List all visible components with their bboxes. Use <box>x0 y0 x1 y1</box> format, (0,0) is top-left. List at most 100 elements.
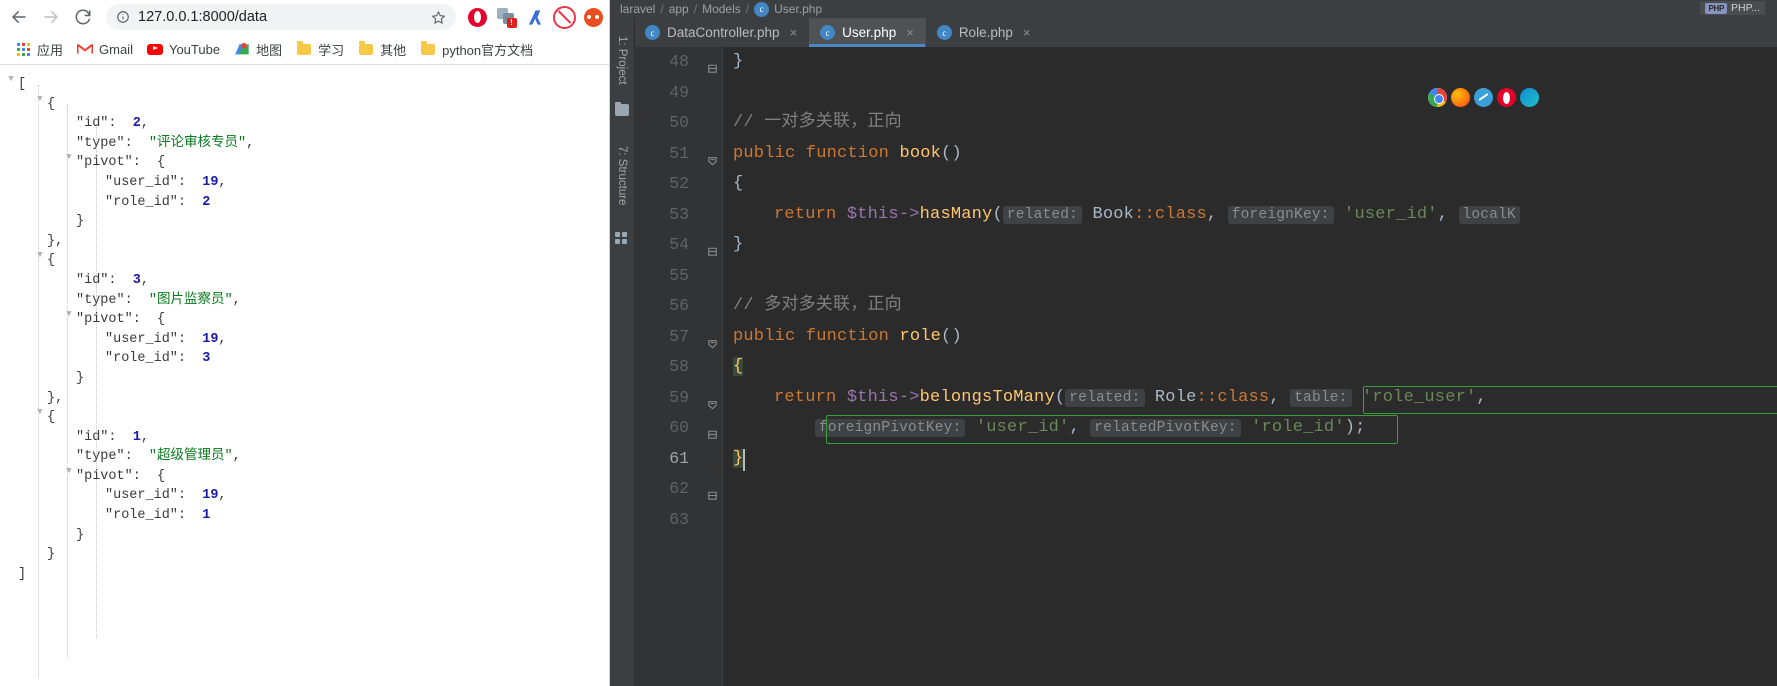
bookmark-folder-other[interactable]: 其他 <box>351 37 413 62</box>
bookmark-maps[interactable]: 地图 <box>227 37 289 62</box>
bookmark-folder-study[interactable]: 学习 <box>289 37 351 62</box>
back-button[interactable] <box>4 2 34 32</box>
sidebar-item-structure[interactable]: 7: Structure <box>610 126 634 226</box>
fold-collapse-icon[interactable] <box>706 239 719 256</box>
code-tokens: { <box>733 169 743 200</box>
breadcrumb-separator: / <box>745 2 750 16</box>
collapse-triangle-icon[interactable]: ▼ <box>33 94 47 104</box>
code-token: 'user_id' <box>1333 204 1438 224</box>
json-token: } <box>47 547 56 563</box>
adblock-icon[interactable] <box>551 4 577 30</box>
code-line[interactable]: 58 { <box>669 352 1777 383</box>
tab-label: User.php <box>842 25 897 40</box>
forward-button[interactable] <box>36 2 66 32</box>
code-line[interactable]: 56 // 多对多关联，正向 <box>669 291 1777 322</box>
tab-role[interactable]: c Role.php × <box>926 18 1043 47</box>
fold-expand-icon[interactable] <box>706 392 719 409</box>
json-token: "user_id": <box>105 331 187 347</box>
sidebar-item-project[interactable]: 1: Project <box>610 22 634 98</box>
status-badge[interactable]: PHP PHP... <box>1700 1 1765 15</box>
code-token: } <box>733 52 744 71</box>
collapse-triangle-icon[interactable]: ▼ <box>62 466 76 476</box>
fold-expand-icon[interactable] <box>706 331 719 348</box>
proxy-switchy-icon[interactable]: ! <box>493 4 519 30</box>
breadcrumb-segment[interactable]: app <box>669 2 689 16</box>
structure-icon[interactable] <box>615 232 629 244</box>
code-line[interactable]: 52 { <box>669 169 1777 200</box>
yandex-icon[interactable] <box>522 4 548 30</box>
star-icon[interactable] <box>431 10 446 25</box>
collapse-triangle-icon[interactable]: ▼ <box>33 408 47 417</box>
reload-button[interactable] <box>68 2 98 32</box>
json-token: } <box>76 370 85 386</box>
tab-datacontroller[interactable]: c DataController.php × <box>634 18 809 47</box>
project-icon[interactable] <box>615 101 629 116</box>
code-line[interactable]: 60 foreignPivotKey: 'user_id', relatedPiv… <box>669 413 1777 444</box>
fold-expand-icon[interactable] <box>706 148 719 165</box>
json-token: 2 <box>132 116 141 132</box>
json-line: ▼}, <box>0 389 610 409</box>
code-line[interactable]: 49 <box>669 78 1777 109</box>
code-line[interactable]: 54} <box>669 230 1777 261</box>
code-line[interactable]: 57 public function role() <box>669 322 1777 353</box>
compass-icon[interactable] <box>1474 88 1493 107</box>
code-token: public function <box>733 143 900 163</box>
fold-collapse-icon[interactable] <box>706 422 719 439</box>
breadcrumb-segment[interactable]: User.php <box>774 2 822 16</box>
fold-collapse-icon[interactable] <box>706 56 719 73</box>
json-indent-spacer: ▼ <box>62 428 76 437</box>
line-number: 61 <box>669 448 689 468</box>
code-line[interactable]: 63 <box>669 505 1777 536</box>
line-number: 53 <box>669 204 689 224</box>
collapse-triangle-icon[interactable]: ▼ <box>4 75 18 84</box>
json-indent-spacer: ▼ <box>33 545 47 554</box>
collapse-triangle-icon[interactable]: ▼ <box>62 310 76 319</box>
bookmark-label: 学习 <box>318 42 345 58</box>
code-tokens: // 多对多关联，正向 <box>733 291 902 322</box>
browser-window: 127.0.0.1:8000/data ! 应用 Gmail YouTube 地… <box>0 0 610 686</box>
code-line[interactable]: 59 return $this->belongsToMany(related: R… <box>669 383 1777 414</box>
close-icon[interactable]: × <box>906 25 914 40</box>
breadcrumb-segment[interactable]: Models <box>702 2 741 16</box>
url-text[interactable]: 127.0.0.1:8000/data <box>138 9 423 25</box>
opera-icon[interactable] <box>1497 88 1516 107</box>
code-line[interactable]: 50 // 一对多关联，正向 <box>669 108 1777 139</box>
bookmark-apps[interactable]: 应用 <box>8 37 70 62</box>
json-indent-spacer: ▼ <box>91 506 105 515</box>
code-editor[interactable]: 48} 49 50 // 一对多关联，正向 51 public function book… <box>634 47 1777 686</box>
tab-label: DataController.php <box>667 25 780 40</box>
close-icon[interactable]: × <box>790 25 798 40</box>
firefox-icon[interactable] <box>1451 88 1470 107</box>
code-line[interactable]: 55 <box>669 261 1777 292</box>
breadcrumb-segment[interactable]: laravel <box>620 2 655 16</box>
code-token: () <box>941 326 962 346</box>
collapse-triangle-icon[interactable]: ▼ <box>62 153 76 162</box>
tampermonkey-icon[interactable] <box>580 4 606 30</box>
collapse-triangle-icon[interactable]: ▼ <box>33 251 47 260</box>
bookmark-folder-python-docs[interactable]: python官方文档 <box>413 37 540 62</box>
code-line[interactable]: 51 public function book() <box>669 139 1777 170</box>
chrome-icon[interactable] <box>1428 88 1447 107</box>
json-token: }, <box>47 390 64 406</box>
opera-icon[interactable] <box>464 4 490 30</box>
code-token: $this <box>846 204 899 224</box>
code-line[interactable]: 53 return $this->hasMany(related: Book::c… <box>669 200 1777 231</box>
tab-user[interactable]: c User.php × <box>809 18 926 47</box>
json-token: 19 <box>202 174 219 190</box>
code-line[interactable]: 48} <box>669 47 1777 78</box>
address-bar[interactable]: 127.0.0.1:8000/data <box>106 4 456 30</box>
fold-collapse-icon[interactable] <box>706 483 719 500</box>
code-content[interactable]: 48} 49 50 // 一对多关联，正向 51 public function book… <box>669 47 1777 686</box>
code-line[interactable]: 62 <box>669 474 1777 505</box>
browser-toolbar: 127.0.0.1:8000/data ! <box>0 0 610 34</box>
json-token: "id": <box>76 116 117 132</box>
code-line[interactable]: 61} <box>669 444 1777 475</box>
info-circle-icon[interactable] <box>116 10 130 24</box>
edge-icon[interactable] <box>1520 88 1539 107</box>
close-icon[interactable]: × <box>1023 25 1031 40</box>
bookmark-youtube[interactable]: YouTube <box>140 38 227 60</box>
bookmark-gmail[interactable]: Gmail <box>70 38 140 60</box>
code-token: $this <box>846 387 899 407</box>
line-number: 54 <box>669 235 689 254</box>
